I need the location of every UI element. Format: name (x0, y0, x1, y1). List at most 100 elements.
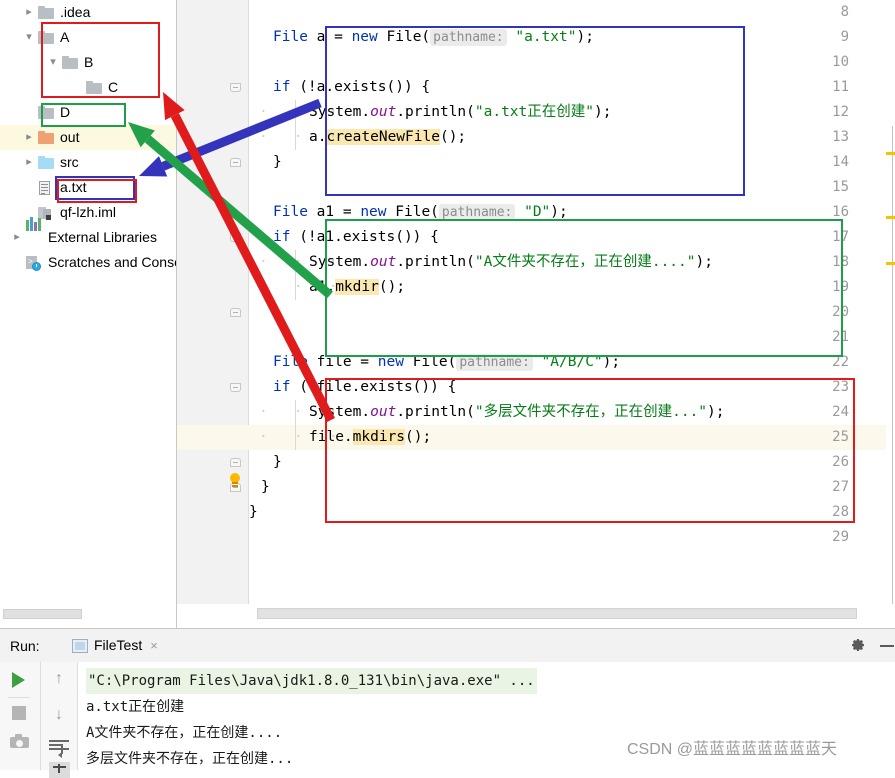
run-label: Run: (10, 638, 40, 654)
tree-horizontal-scrollbar[interactable] (0, 604, 176, 628)
tree-item-d[interactable]: D (0, 100, 176, 125)
fold-expand-icon[interactable] (230, 308, 241, 317)
code-line-14[interactable]: } (273, 150, 282, 175)
console-output-line: A文件夹不存在，正在创建.... (86, 725, 283, 741)
code-line-24[interactable]: System.out.println("多层文件夹不存在，正在创建..."); (309, 400, 725, 425)
print-icon[interactable] (49, 762, 70, 778)
indent-guide (295, 400, 296, 425)
fold-collapse-icon[interactable] (230, 83, 241, 92)
warning-marker[interactable] (886, 262, 895, 265)
tree-item-label: .idea (60, 4, 91, 20)
console-command-line: "C:\Program Files\Java\jdk1.8.0_131\bin\… (86, 668, 537, 694)
tree-item-idea[interactable]: ▸ .idea (0, 0, 176, 25)
chevron-right-icon[interactable] (70, 75, 84, 100)
chevron-right-icon[interactable] (10, 250, 24, 275)
run-tab-filetest[interactable]: FileTest × (62, 629, 168, 665)
indent-guide: · · · (259, 279, 338, 295)
chevron-right-icon[interactable]: ▸ (22, 150, 36, 175)
tree-item-a[interactable]: ▾ A (0, 25, 176, 50)
indent-guide: · · · (259, 404, 338, 420)
chevron-right-icon[interactable] (22, 100, 36, 125)
run-tab-label: FileTest (94, 637, 143, 653)
soft-wrap-icon[interactable] (49, 740, 69, 758)
chevron-right-icon[interactable]: ▸ (22, 0, 36, 25)
ide-window: ▸ .idea ▾ A ▾ B C D ▸ out ▸ src a.txt qf-lzh.iml ▸ Exte… (0, 0, 895, 778)
tree-item-c[interactable]: C (0, 75, 176, 100)
fold-collapse-icon[interactable] (230, 383, 241, 392)
minimize-icon[interactable] (880, 645, 894, 647)
run-toolbar-right[interactable]: ↑ ↓ (41, 662, 78, 778)
indent-guide: · · · (259, 429, 338, 445)
toolbar-divider (8, 697, 30, 698)
tree-item-label: A (60, 29, 70, 45)
warning-marker[interactable] (886, 216, 895, 219)
camera-icon[interactable] (10, 734, 29, 748)
indent-guide: · · · (259, 254, 338, 270)
indent-guide (295, 250, 296, 275)
code-line-16[interactable]: File a1 = new File(pathname: "D"); (273, 200, 568, 225)
ide-main-area: ▸ .idea ▾ A ▾ B C D ▸ out ▸ src a.txt qf-lzh.iml ▸ Exte… (0, 0, 895, 628)
fold-collapse-icon[interactable] (230, 233, 241, 242)
tree-item-a-txt[interactable]: a.txt (0, 175, 176, 200)
tree-item-label: B (84, 54, 94, 70)
code-line-11[interactable]: if (!a.exists()) { (273, 75, 430, 100)
code-line-26[interactable]: } (273, 450, 282, 475)
console-output-line: 多层文件夹不存在，正在创建... (86, 751, 294, 767)
warning-marker[interactable] (886, 152, 895, 155)
tree-item-out[interactable]: ▸ out (0, 125, 176, 150)
chevron-right-icon[interactable]: ▸ (22, 125, 36, 150)
editor-horizontal-scrollbar[interactable] (177, 604, 895, 628)
scroll-up-icon[interactable]: ↑ (51, 670, 67, 688)
watermark: CSDN @蓝蓝蓝蓝蓝蓝蓝蓝天 (627, 741, 838, 758)
editor-scrollbar-thumb[interactable] (257, 608, 857, 619)
code-line-18[interactable]: System.out.println("A文件夹不存在，正在创建...."); (309, 250, 713, 275)
console-output-line: a.txt正在创建 (86, 699, 185, 715)
run-config-icon (72, 639, 88, 653)
indent-guide: · · · (259, 129, 338, 145)
code-line-23[interactable]: if (!file.exists()) { (273, 375, 456, 400)
tree-scrollbar-thumb[interactable] (3, 609, 82, 619)
indent-guide (295, 425, 296, 450)
code-line-12[interactable]: System.out.println("a.txt正在创建"); (309, 100, 611, 125)
intention-bulb-icon[interactable] (227, 473, 243, 489)
tree-item-scratches-and-consoles[interactable]: >_Scratches and Consoles (0, 250, 176, 275)
tree-item-label: D (60, 104, 71, 120)
tree-item-src[interactable]: ▸ src (0, 150, 176, 175)
tree-item-label: Scratches and Consoles (48, 254, 176, 270)
fold-expand-icon[interactable] (230, 458, 241, 467)
fold-expand-icon[interactable] (230, 158, 241, 167)
indent-guide (295, 100, 296, 125)
code-line-9[interactable]: File a = new File(pathname: "a.txt"); (273, 25, 594, 50)
tree-item-label: External Libraries (48, 229, 157, 245)
tree-item-label: out (60, 129, 80, 145)
tree-item-label: src (60, 154, 79, 170)
project-tree-panel[interactable]: ▸ .idea ▾ A ▾ B C D ▸ out ▸ src a.txt qf-lzh.iml ▸ Exte… (0, 0, 176, 604)
tree-item-external-libraries[interactable]: ▸ External Libraries (0, 217, 176, 250)
indent-guide (295, 125, 296, 150)
tree-item-label: C (108, 79, 119, 95)
tree-item-b[interactable]: ▾ B (0, 50, 176, 75)
stop-icon[interactable] (12, 706, 26, 720)
run-icon[interactable] (12, 672, 25, 688)
scroll-down-icon[interactable]: ↓ (51, 706, 67, 724)
tree-item-label: qf-lzh.iml (60, 204, 117, 220)
code-content[interactable]: File a = new File(pathname: "a.txt"); if … (249, 0, 895, 604)
code-line-28[interactable]: } (249, 500, 258, 525)
chevron-right-icon[interactable] (22, 175, 36, 200)
chevron-down-icon[interactable]: ▾ (22, 25, 36, 50)
code-line-22[interactable]: File file = new File(pathname: "A/B/C"); (273, 350, 620, 375)
close-icon[interactable]: × (150, 638, 158, 653)
code-line-20[interactable]: } (273, 300, 282, 325)
indent-guide (295, 275, 296, 300)
settings-gear-icon[interactable] (850, 637, 866, 653)
code-editor[interactable]: 8 9 10 11 12 13 14 15 16 17 18 19 20 21 22 23 24 25 26 27 28… (177, 0, 895, 628)
code-line-27[interactable]: } (261, 475, 270, 500)
code-line-17[interactable]: if (!a1.exists()) { (273, 225, 439, 250)
chevron-down-icon[interactable]: ▾ (46, 50, 60, 75)
tree-item-label: a.txt (60, 179, 87, 195)
chevron-right-icon[interactable]: ▸ (10, 225, 24, 250)
error-marker-bar[interactable] (886, 0, 895, 604)
run-panel-header: Run: FileTest × (0, 628, 895, 665)
run-toolbar-left[interactable] (0, 662, 41, 770)
indent-guide: · · · (259, 104, 338, 120)
